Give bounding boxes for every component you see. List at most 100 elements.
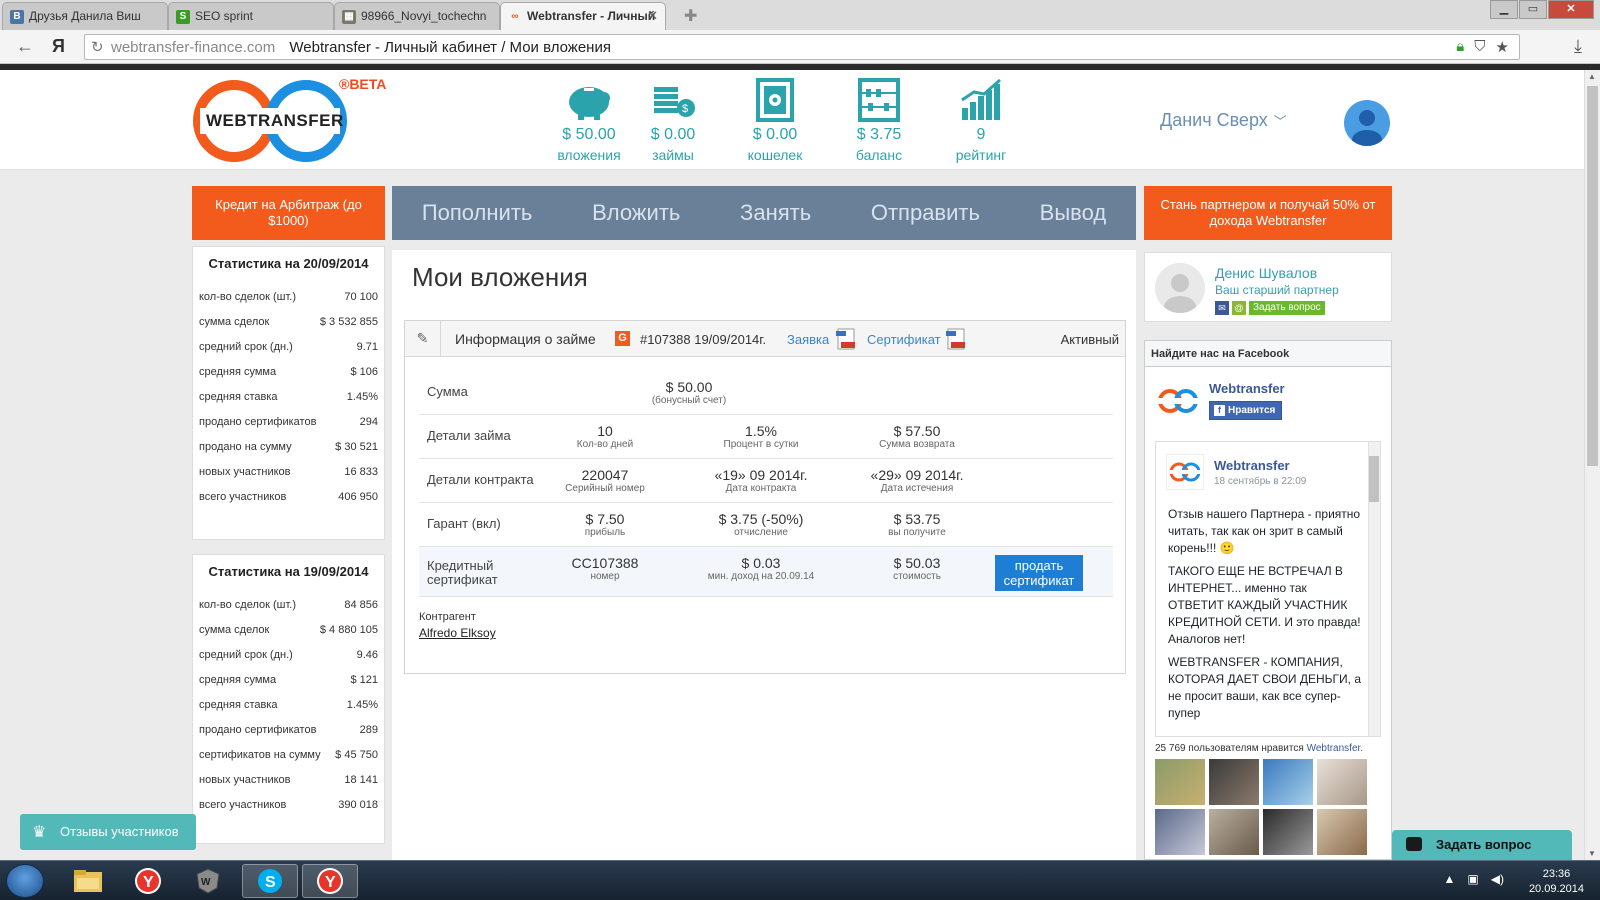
piggy-bank-icon	[544, 76, 634, 124]
fb-like-button[interactable]: f Нравится	[1209, 401, 1283, 420]
partner-role: Ваш старший партнер	[1215, 283, 1339, 297]
stat-balance[interactable]: $ 3.75 баланс	[834, 76, 924, 163]
menu-deposit[interactable]: Пополнить	[422, 200, 533, 226]
minimize-icon[interactable]: ▁	[1490, 0, 1518, 19]
at-icon[interactable]: @	[1232, 301, 1246, 315]
shield-icon[interactable]: ⛉	[1474, 38, 1485, 56]
fb-face-avatar[interactable]	[1263, 809, 1313, 855]
stat-investments[interactable]: $ 50.00 вложения	[544, 76, 634, 163]
browser-tab-vk[interactable]: B Друзья Данила Виш	[2, 2, 168, 30]
request-link[interactable]: Заявка	[787, 332, 829, 347]
close-tab-icon[interactable]: ✕	[647, 8, 658, 24]
maximize-icon[interactable]: ▭	[1519, 0, 1547, 19]
ask-partner-button[interactable]: Задать вопрос	[1249, 301, 1325, 315]
svg-text:W: W	[201, 877, 211, 888]
scroll-down-icon[interactable]: ▼	[1588, 849, 1596, 858]
menu-withdraw[interactable]: Вывод	[1040, 200, 1107, 226]
mail-icon[interactable]: ✉	[1215, 301, 1229, 315]
stat-rating[interactable]: 9 рейтинг	[936, 76, 1026, 163]
clock[interactable]: 23:36 20.09.2014	[1529, 867, 1584, 897]
close-window-icon[interactable]: ✕	[1548, 0, 1594, 19]
yandex-browser-active-icon[interactable]: Y	[302, 864, 358, 898]
pencil-icon[interactable]: ✎	[405, 321, 441, 356]
fb-face-avatar[interactable]	[1155, 759, 1205, 805]
scroll-up-icon[interactable]: ▲	[1588, 72, 1596, 81]
stats-row: продано сертификатов 294	[199, 415, 378, 428]
counterparty: Контрагент Alfredo Elksoy	[419, 611, 496, 640]
table-row: Детали контракта 220047 Серийный номер «1…	[419, 459, 1113, 503]
download-icon[interactable]: ⤓	[1574, 36, 1582, 57]
fb-face-avatar[interactable]	[1317, 759, 1367, 805]
counterparty-link[interactable]: Alfredo Elksoy	[419, 626, 496, 640]
fb-feed-scrollbar[interactable]	[1368, 442, 1380, 736]
menu-borrow[interactable]: Занять	[740, 200, 811, 226]
network-icon[interactable]: ▣	[1467, 872, 1478, 886]
loan-info-header: ✎ Информация о займе G #107388 19/09/201…	[405, 321, 1125, 357]
stat-loans[interactable]: $ $ 0.00 займы	[628, 76, 718, 163]
browser-tab-image[interactable]: ▦ 98966_Novyi_tochechn	[334, 2, 500, 30]
svg-text:Y: Y	[325, 874, 336, 891]
explorer-icon[interactable]	[60, 864, 116, 898]
fb-post-author[interactable]: Webtransfer	[1214, 458, 1290, 473]
fb-face-avatar[interactable]	[1209, 809, 1259, 855]
windows-taskbar: Y W S Y ▲ ▣ ◀) 23:36 20.09.2014	[0, 860, 1600, 900]
loan-info-panel: ✎ Информация о займе G #107388 19/09/201…	[404, 320, 1126, 674]
skype-icon[interactable]: S	[242, 864, 298, 898]
browser-tab-seosprint[interactable]: S SEO sprint	[168, 2, 334, 30]
user-menu[interactable]: Данич Сверх ﹀	[1160, 110, 1287, 131]
partner-program-button[interactable]: Стань партнером и получай 50% от дохода …	[1144, 186, 1392, 240]
svg-text:Y: Y	[143, 874, 154, 891]
table-row: Гарант (вкл) $ 7.50 прибыль $ 3.75 (-50%)…	[419, 503, 1113, 547]
table-row: Сумма $ 50.00 (бонусный счет)	[419, 371, 1113, 415]
pdf-icon[interactable]	[835, 328, 857, 350]
yandex-icon[interactable]: Я	[52, 36, 65, 57]
stats-row: средний срок (дн.) 9.71	[199, 340, 378, 353]
lock-icon[interactable]: 🔒︎	[1456, 38, 1464, 56]
fb-face-avatar[interactable]	[1317, 809, 1367, 855]
fb-face-avatar[interactable]	[1209, 759, 1259, 805]
yandex-browser-icon[interactable]: Y	[120, 864, 176, 898]
fb-feed: Webtransfer 18 сентябрь в 22:09 Отзыв на…	[1155, 441, 1381, 737]
partner-name[interactable]: Денис Шувалов	[1215, 265, 1317, 281]
sell-certificate-button[interactable]: продать сертификат	[995, 555, 1083, 591]
new-tab-button[interactable]: ✚	[684, 6, 697, 26]
partner-avatar[interactable]	[1155, 263, 1205, 313]
world-of-tanks-icon[interactable]: W	[180, 864, 236, 898]
browser-address-bar: ← Я ↻ webtransfer-finance.com Webtransfe…	[0, 30, 1600, 64]
reload-icon[interactable]: ↻	[91, 38, 104, 56]
browser-tab-webtransfer[interactable]: ∞ Webtransfer - Личный ✕	[500, 2, 666, 30]
chevron-down-icon: ﹀	[1273, 114, 1287, 129]
ask-question-widget-button[interactable]: Задать вопрос	[1392, 830, 1572, 860]
avatar[interactable]	[1344, 100, 1390, 146]
svg-text:$: $	[682, 103, 688, 115]
webtransfer-logo-icon[interactable]	[1155, 381, 1201, 421]
fb-likes-count: 25 769 пользователям нравится Webtransfe…	[1155, 743, 1364, 754]
certificate-link[interactable]: Сертификат	[867, 332, 941, 347]
webtransfer-logo-icon[interactable]	[1166, 454, 1204, 490]
rating-chart-icon	[936, 76, 1026, 124]
logo-text: WEBTRANSFER	[206, 111, 344, 130]
loan-number: #107388 19/09/2014г.	[640, 332, 767, 347]
fb-post-date[interactable]: 18 сентябрь в 22:09	[1214, 476, 1306, 487]
back-arrow-icon[interactable]: ←	[16, 36, 34, 57]
url-field[interactable]: ↻ webtransfer-finance.com Webtransfer - …	[84, 34, 1520, 60]
senior-partner-card: Денис Шувалов Ваш старший партнер ✉ @ За…	[1144, 252, 1392, 322]
stats-row: всего участников 406 950	[199, 490, 378, 503]
reviews-widget-button[interactable]: ♛ Отзывы участников	[20, 814, 196, 850]
stat-wallet[interactable]: $ 0.00 кошелек	[730, 76, 820, 163]
facebook-widget: Найдите нас на Facebook Webtransfer f Нра…	[1144, 340, 1392, 860]
pdf-icon[interactable]	[945, 328, 967, 350]
fb-face-avatar[interactable]	[1155, 809, 1205, 855]
fb-face-avatar[interactable]	[1263, 759, 1313, 805]
fb-page-name[interactable]: Webtransfer	[1209, 381, 1285, 396]
windows-start-button[interactable]	[6, 864, 44, 898]
tray-expand-icon[interactable]: ▲	[1444, 872, 1456, 886]
arbitrage-credit-button[interactable]: Кредит на Арбитраж (до $1000)	[192, 186, 385, 240]
menu-send[interactable]: Отправить	[871, 200, 980, 226]
page-scrollbar[interactable]: ▲ ▼	[1584, 70, 1600, 860]
star-icon[interactable]: ★	[1496, 38, 1509, 56]
stats-panel-previous: Статистика на 19/09/2014 кол-во сделок (…	[192, 554, 385, 844]
beta-badge: ®BETA	[339, 76, 387, 92]
menu-invest[interactable]: Вложить	[592, 200, 680, 226]
volume-icon[interactable]: ◀)	[1491, 872, 1504, 886]
